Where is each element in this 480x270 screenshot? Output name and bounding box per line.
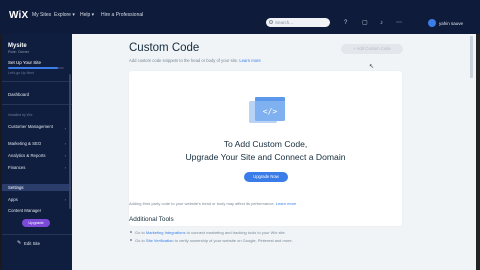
setup-progress-label: Let's go Up Next bbox=[8, 71, 34, 75]
marketing-integrations-link[interactable]: Marketing Integrations bbox=[146, 230, 186, 235]
bullet-icon bbox=[130, 231, 132, 233]
sidebar-item-settings[interactable]: Settings bbox=[8, 185, 24, 190]
sidebar-item-dashboard[interactable]: Dashboard bbox=[8, 92, 29, 97]
tool-suffix: to verify ownership of your website on G… bbox=[174, 238, 293, 243]
nav-explore[interactable]: Explore ▾ bbox=[54, 12, 75, 18]
page-description-text: Add custom code snippets to the head or … bbox=[129, 58, 239, 63]
help-icon[interactable]: ? bbox=[344, 20, 350, 26]
page-title: Custom Code bbox=[129, 42, 200, 54]
edit-icon: ✎ bbox=[17, 240, 22, 246]
nav-my-sites[interactable]: My Sites bbox=[32, 12, 51, 18]
list-item: Go to Marketing Integrations to connect … bbox=[130, 230, 286, 235]
card-heading-line1: To Add Custom Code, bbox=[223, 139, 308, 149]
mouse-cursor-icon: ↖ bbox=[369, 64, 375, 70]
tool-prefix: Go to bbox=[135, 238, 145, 243]
card-heading-line2: Upgrade Your Site and Connect a Domain bbox=[185, 152, 346, 162]
top-bar: WiX My Sites Explore ▾ Help ▾ Hire a Pro… bbox=[0, 0, 480, 34]
menu-icon[interactable]: ⋯ bbox=[396, 20, 402, 26]
nav-hire-professional[interactable]: Hire a Professional bbox=[101, 12, 143, 18]
avatar[interactable] bbox=[428, 19, 436, 27]
sidebar-item-analytics[interactable]: Analytics & Reports bbox=[8, 153, 46, 158]
sidebar-item-apps[interactable]: Apps bbox=[8, 197, 18, 202]
sidebar-section-installed: Installed by Wix bbox=[8, 113, 33, 117]
user-name[interactable]: yahin sauve bbox=[439, 21, 463, 26]
divider bbox=[2, 81, 72, 82]
page-description: Add custom code snippets to the head or … bbox=[129, 58, 261, 63]
sidebar: Mysite Role: Owner Set Up Your Site Let'… bbox=[2, 34, 72, 270]
sidebar-item-finances[interactable]: Finances bbox=[8, 165, 25, 170]
edit-site-button[interactable]: Edit Site bbox=[24, 241, 40, 246]
list-item: Go to Site Verification to verify owners… bbox=[130, 238, 293, 243]
nav-help[interactable]: Help ▾ bbox=[80, 12, 94, 18]
performance-note: Adding third party code to your website'… bbox=[129, 201, 296, 206]
wix-logo[interactable]: WiX bbox=[9, 10, 28, 21]
main-scrollbar[interactable] bbox=[470, 36, 473, 78]
tool-suffix: to connect marketing and tracking tools … bbox=[186, 230, 286, 235]
chevron-right-icon: › bbox=[64, 126, 66, 131]
additional-tools-title: Additional Tools bbox=[129, 216, 174, 223]
svg-text:</>: </> bbox=[263, 107, 278, 116]
upgrade-button[interactable]: Upgrade bbox=[22, 219, 50, 227]
divider bbox=[2, 104, 72, 105]
chat-icon[interactable]: ▢ bbox=[362, 20, 368, 26]
bullet-icon bbox=[130, 239, 132, 241]
code-illustration-icon: </> bbox=[249, 97, 285, 123]
upgrade-now-button[interactable]: Upgrade Now bbox=[244, 172, 288, 182]
site-role: Role: Owner bbox=[8, 50, 30, 54]
sidebar-item-marketing-seo[interactable]: Marketing & SEO bbox=[8, 141, 41, 146]
setup-site-link[interactable]: Set Up Your Site bbox=[8, 60, 41, 65]
chevron-right-icon: › bbox=[64, 153, 66, 158]
chevron-right-icon: › bbox=[64, 141, 66, 146]
sidebar-item-content-manager[interactable]: Content Manager bbox=[8, 208, 41, 213]
site-name[interactable]: Mysite bbox=[8, 43, 27, 49]
setup-progress-fill bbox=[8, 67, 59, 69]
window-edge-right bbox=[476, 34, 480, 270]
main-content: Custom Code Add custom code snippets to … bbox=[72, 34, 476, 270]
chevron-right-icon: › bbox=[64, 165, 66, 170]
chevron-right-icon: › bbox=[64, 197, 66, 202]
search-icon bbox=[269, 20, 273, 24]
add-custom-code-button[interactable]: + Add Custom Code bbox=[341, 44, 403, 54]
note-learn-more-link[interactable]: Learn more bbox=[276, 201, 296, 206]
sidebar-scrollbar[interactable] bbox=[69, 74, 71, 209]
learn-more-link[interactable]: Learn more bbox=[239, 58, 260, 63]
divider bbox=[2, 234, 72, 235]
tool-prefix: Go to bbox=[135, 230, 145, 235]
site-verification-link[interactable]: Site Verification bbox=[146, 238, 174, 243]
sidebar-item-customer-management[interactable]: Customer Management bbox=[8, 124, 56, 130]
search-input[interactable]: Search... bbox=[266, 18, 330, 27]
performance-note-text: Adding third party code to your website'… bbox=[129, 201, 275, 206]
notifications-icon[interactable]: ♪ bbox=[380, 20, 386, 26]
search-placeholder: Search... bbox=[275, 20, 294, 25]
setup-progress-bar bbox=[8, 67, 64, 69]
